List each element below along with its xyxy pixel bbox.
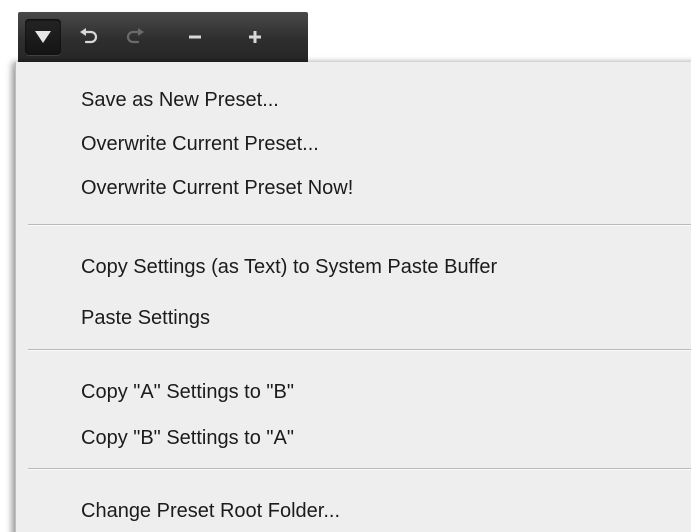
redo-button[interactable] — [120, 12, 150, 62]
menu-separator — [28, 349, 691, 351]
plus-icon — [249, 31, 261, 43]
add-preset-button[interactable] — [240, 12, 270, 62]
menu-separator — [28, 224, 691, 226]
undo-button[interactable] — [74, 12, 104, 62]
menu-item-paste-settings[interactable]: Paste Settings — [81, 306, 210, 330]
menu-item-overwrite-current-preset-now[interactable]: Overwrite Current Preset Now! — [81, 176, 353, 200]
menu-item-save-as-new-preset[interactable]: Save as New Preset... — [81, 88, 279, 112]
undo-icon — [80, 28, 98, 44]
menu-item-copy-settings-as-text[interactable]: Copy Settings (as Text) to System Paste … — [81, 255, 497, 279]
menu-separator — [28, 468, 691, 470]
preset-menu-button[interactable] — [25, 19, 61, 55]
menu-item-copy-b-to-a[interactable]: Copy "B" Settings to "A" — [81, 426, 294, 450]
preset-toolbar — [18, 12, 308, 62]
preset-menu-window: Save as New Preset... Overwrite Current … — [0, 0, 691, 532]
minus-icon — [189, 35, 201, 39]
menu-item-change-preset-root-folder[interactable]: Change Preset Root Folder... — [81, 499, 340, 523]
dropdown-triangle-icon — [35, 31, 51, 43]
preset-dropdown-menu: Save as New Preset... Overwrite Current … — [15, 62, 691, 532]
remove-preset-button[interactable] — [180, 12, 210, 62]
menu-item-overwrite-current-preset[interactable]: Overwrite Current Preset... — [81, 132, 319, 156]
menu-item-copy-a-to-b[interactable]: Copy "A" Settings to "B" — [81, 380, 294, 404]
redo-icon — [126, 28, 144, 44]
